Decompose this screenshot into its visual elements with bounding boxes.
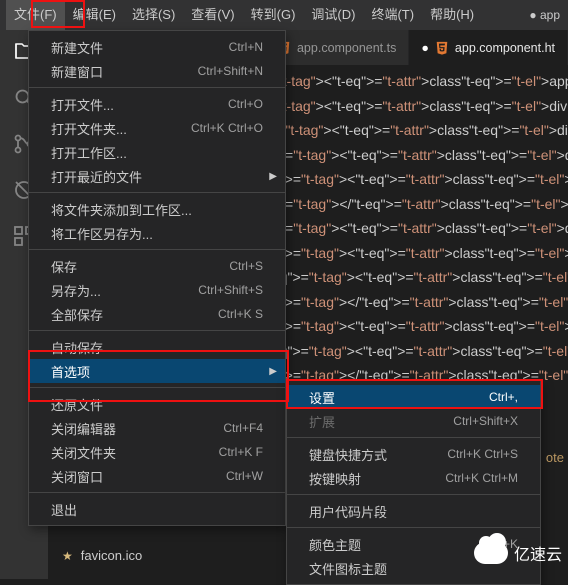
file-menu-dropdown: 新建文件Ctrl+N新建窗口Ctrl+Shift+N打开文件...Ctrl+O打… (28, 30, 286, 526)
file-menu-item-4[interactable]: 打开文件夹...Ctrl+K Ctrl+O (29, 116, 285, 140)
menu-item-shortcut: Ctrl+Shift+S (198, 283, 263, 297)
file-label: favicon.ico (81, 548, 142, 563)
pref-menu-item-3[interactable]: 键盘快捷方式Ctrl+K Ctrl+S (287, 442, 540, 466)
pref-menu-item-1[interactable]: 扩展Ctrl+Shift+X (287, 409, 540, 433)
menu-item-shortcut: Ctrl+, (489, 390, 518, 404)
menu-selection[interactable]: 选择(S) (124, 0, 183, 30)
file-menu-item-18[interactable]: 还原文件 (29, 392, 285, 416)
file-menu-item-16[interactable]: 首选项 ▶ (29, 359, 285, 383)
menu-item-shortcut: Ctrl+F4 (223, 421, 263, 435)
tab-label: app.component.ts (297, 41, 396, 55)
file-menu-item-6[interactable]: 打开最近的文件 ▶ (29, 164, 285, 188)
menubar: 文件(F)编辑(E)选择(S)查看(V)转到(G)调试(D)终端(T)帮助(H) (0, 0, 568, 30)
menu-help[interactable]: 帮助(H) (422, 0, 482, 30)
menu-edit[interactable]: 编辑(E) (65, 0, 124, 30)
text-fragment: ote (546, 450, 564, 465)
menu-item-label: 将文件夹添加到工作区... (51, 200, 263, 219)
menu-item-shortcut: Ctrl+K F (219, 445, 263, 459)
file-menu-item-11[interactable]: 保存Ctrl+S (29, 254, 285, 278)
watermark-text: 亿速云 (514, 541, 562, 565)
menu-item-label: 新建窗口 (51, 62, 198, 81)
menu-item-shortcut: Ctrl+Shift+N (198, 64, 263, 78)
tab-app-component-html[interactable]: ● app.component.ht (409, 30, 568, 65)
html-file-icon (435, 41, 449, 55)
menu-item-label: 打开工作区... (51, 143, 263, 162)
menu-item-shortcut: Ctrl+N (229, 40, 263, 54)
menu-item-shortcut: Ctrl+S (229, 259, 263, 273)
file-menu-item-9[interactable]: 将工作区另存为... (29, 221, 285, 245)
menu-item-label: 关闭文件夹 (51, 443, 219, 462)
watermark: 亿速云 (474, 541, 562, 565)
tab-label: app.component.ht (455, 41, 555, 55)
menu-item-label: 关闭编辑器 (51, 419, 223, 438)
menu-item-label: 还原文件 (51, 395, 263, 414)
file-menu-item-12[interactable]: 另存为...Ctrl+Shift+S (29, 278, 285, 302)
menu-debug[interactable]: 调试(D) (303, 0, 363, 30)
menu-item-shortcut: Ctrl+W (226, 469, 263, 483)
menu-item-label: 用户代码片段 (309, 502, 518, 521)
file-menu-item-0[interactable]: 新建文件Ctrl+N (29, 35, 285, 59)
file-menu-item-5[interactable]: 打开工作区... (29, 140, 285, 164)
menu-item-label: 设置 (309, 388, 489, 407)
favicon-file-icon: ★ (62, 549, 73, 563)
menu-go[interactable]: 转到(G) (243, 0, 304, 30)
tab-app-component-ts[interactable]: app.component.ts (265, 30, 409, 65)
menu-item-label: 打开最近的文件 (51, 167, 263, 186)
pref-menu-item-6[interactable]: 用户代码片段 (287, 499, 540, 523)
explorer-tree-item[interactable]: ★ favicon.ico (62, 548, 142, 563)
menu-item-label: 首选项 (51, 362, 263, 381)
menu-item-label: 退出 (51, 500, 263, 519)
pref-menu-item-4[interactable]: 按键映射Ctrl+K Ctrl+M (287, 466, 540, 490)
menu-item-label: 将工作区另存为... (51, 224, 263, 243)
pref-menu-item-0[interactable]: 设置Ctrl+, (287, 385, 540, 409)
dirty-indicator: ● (421, 41, 429, 55)
menu-file[interactable]: 文件(F) (6, 0, 65, 30)
file-menu-item-8[interactable]: 将文件夹添加到工作区... (29, 197, 285, 221)
file-menu-item-21[interactable]: 关闭窗口Ctrl+W (29, 464, 285, 488)
menu-item-label: 扩展 (309, 412, 453, 431)
file-menu-item-13[interactable]: 全部保存Ctrl+K S (29, 302, 285, 326)
cloud-icon (474, 542, 508, 564)
menu-item-shortcut: Ctrl+Shift+X (453, 414, 518, 428)
menu-item-label: 键盘快捷方式 (309, 445, 447, 464)
file-menu-item-23[interactable]: 退出 (29, 497, 285, 521)
chevron-right-icon: ▶ (269, 366, 277, 377)
file-menu-item-19[interactable]: 关闭编辑器Ctrl+F4 (29, 416, 285, 440)
menu-item-label: 全部保存 (51, 305, 218, 324)
menu-item-label: 关闭窗口 (51, 467, 226, 486)
menu-item-label: 另存为... (51, 281, 198, 300)
menu-item-label: 按键映射 (309, 469, 445, 488)
file-menu-item-20[interactable]: 关闭文件夹Ctrl+K F (29, 440, 285, 464)
chevron-right-icon: ▶ (269, 171, 277, 182)
menu-view[interactable]: 查看(V) (183, 0, 242, 30)
menu-item-shortcut: Ctrl+K Ctrl+M (445, 471, 518, 485)
menu-item-shortcut: Ctrl+K Ctrl+S (447, 447, 518, 461)
file-menu-item-1[interactable]: 新建窗口Ctrl+Shift+N (29, 59, 285, 83)
menu-item-label: 自动保存 (51, 338, 263, 357)
menu-item-label: 打开文件夹... (51, 119, 191, 138)
menu-item-label: 保存 (51, 257, 229, 276)
menu-item-label: 打开文件... (51, 95, 228, 114)
window-title-fragment: ● app (529, 0, 560, 30)
menu-item-label: 颜色主题 (309, 535, 484, 554)
menu-terminal[interactable]: 终端(T) (363, 0, 422, 30)
menu-item-shortcut: Ctrl+O (228, 97, 263, 111)
file-menu-item-3[interactable]: 打开文件...Ctrl+O (29, 92, 285, 116)
menu-item-shortcut: Ctrl+K S (218, 307, 263, 321)
menu-item-shortcut: Ctrl+K Ctrl+O (191, 121, 263, 135)
menu-item-label: 新建文件 (51, 38, 229, 57)
file-menu-item-15[interactable]: 自动保存 (29, 335, 285, 359)
